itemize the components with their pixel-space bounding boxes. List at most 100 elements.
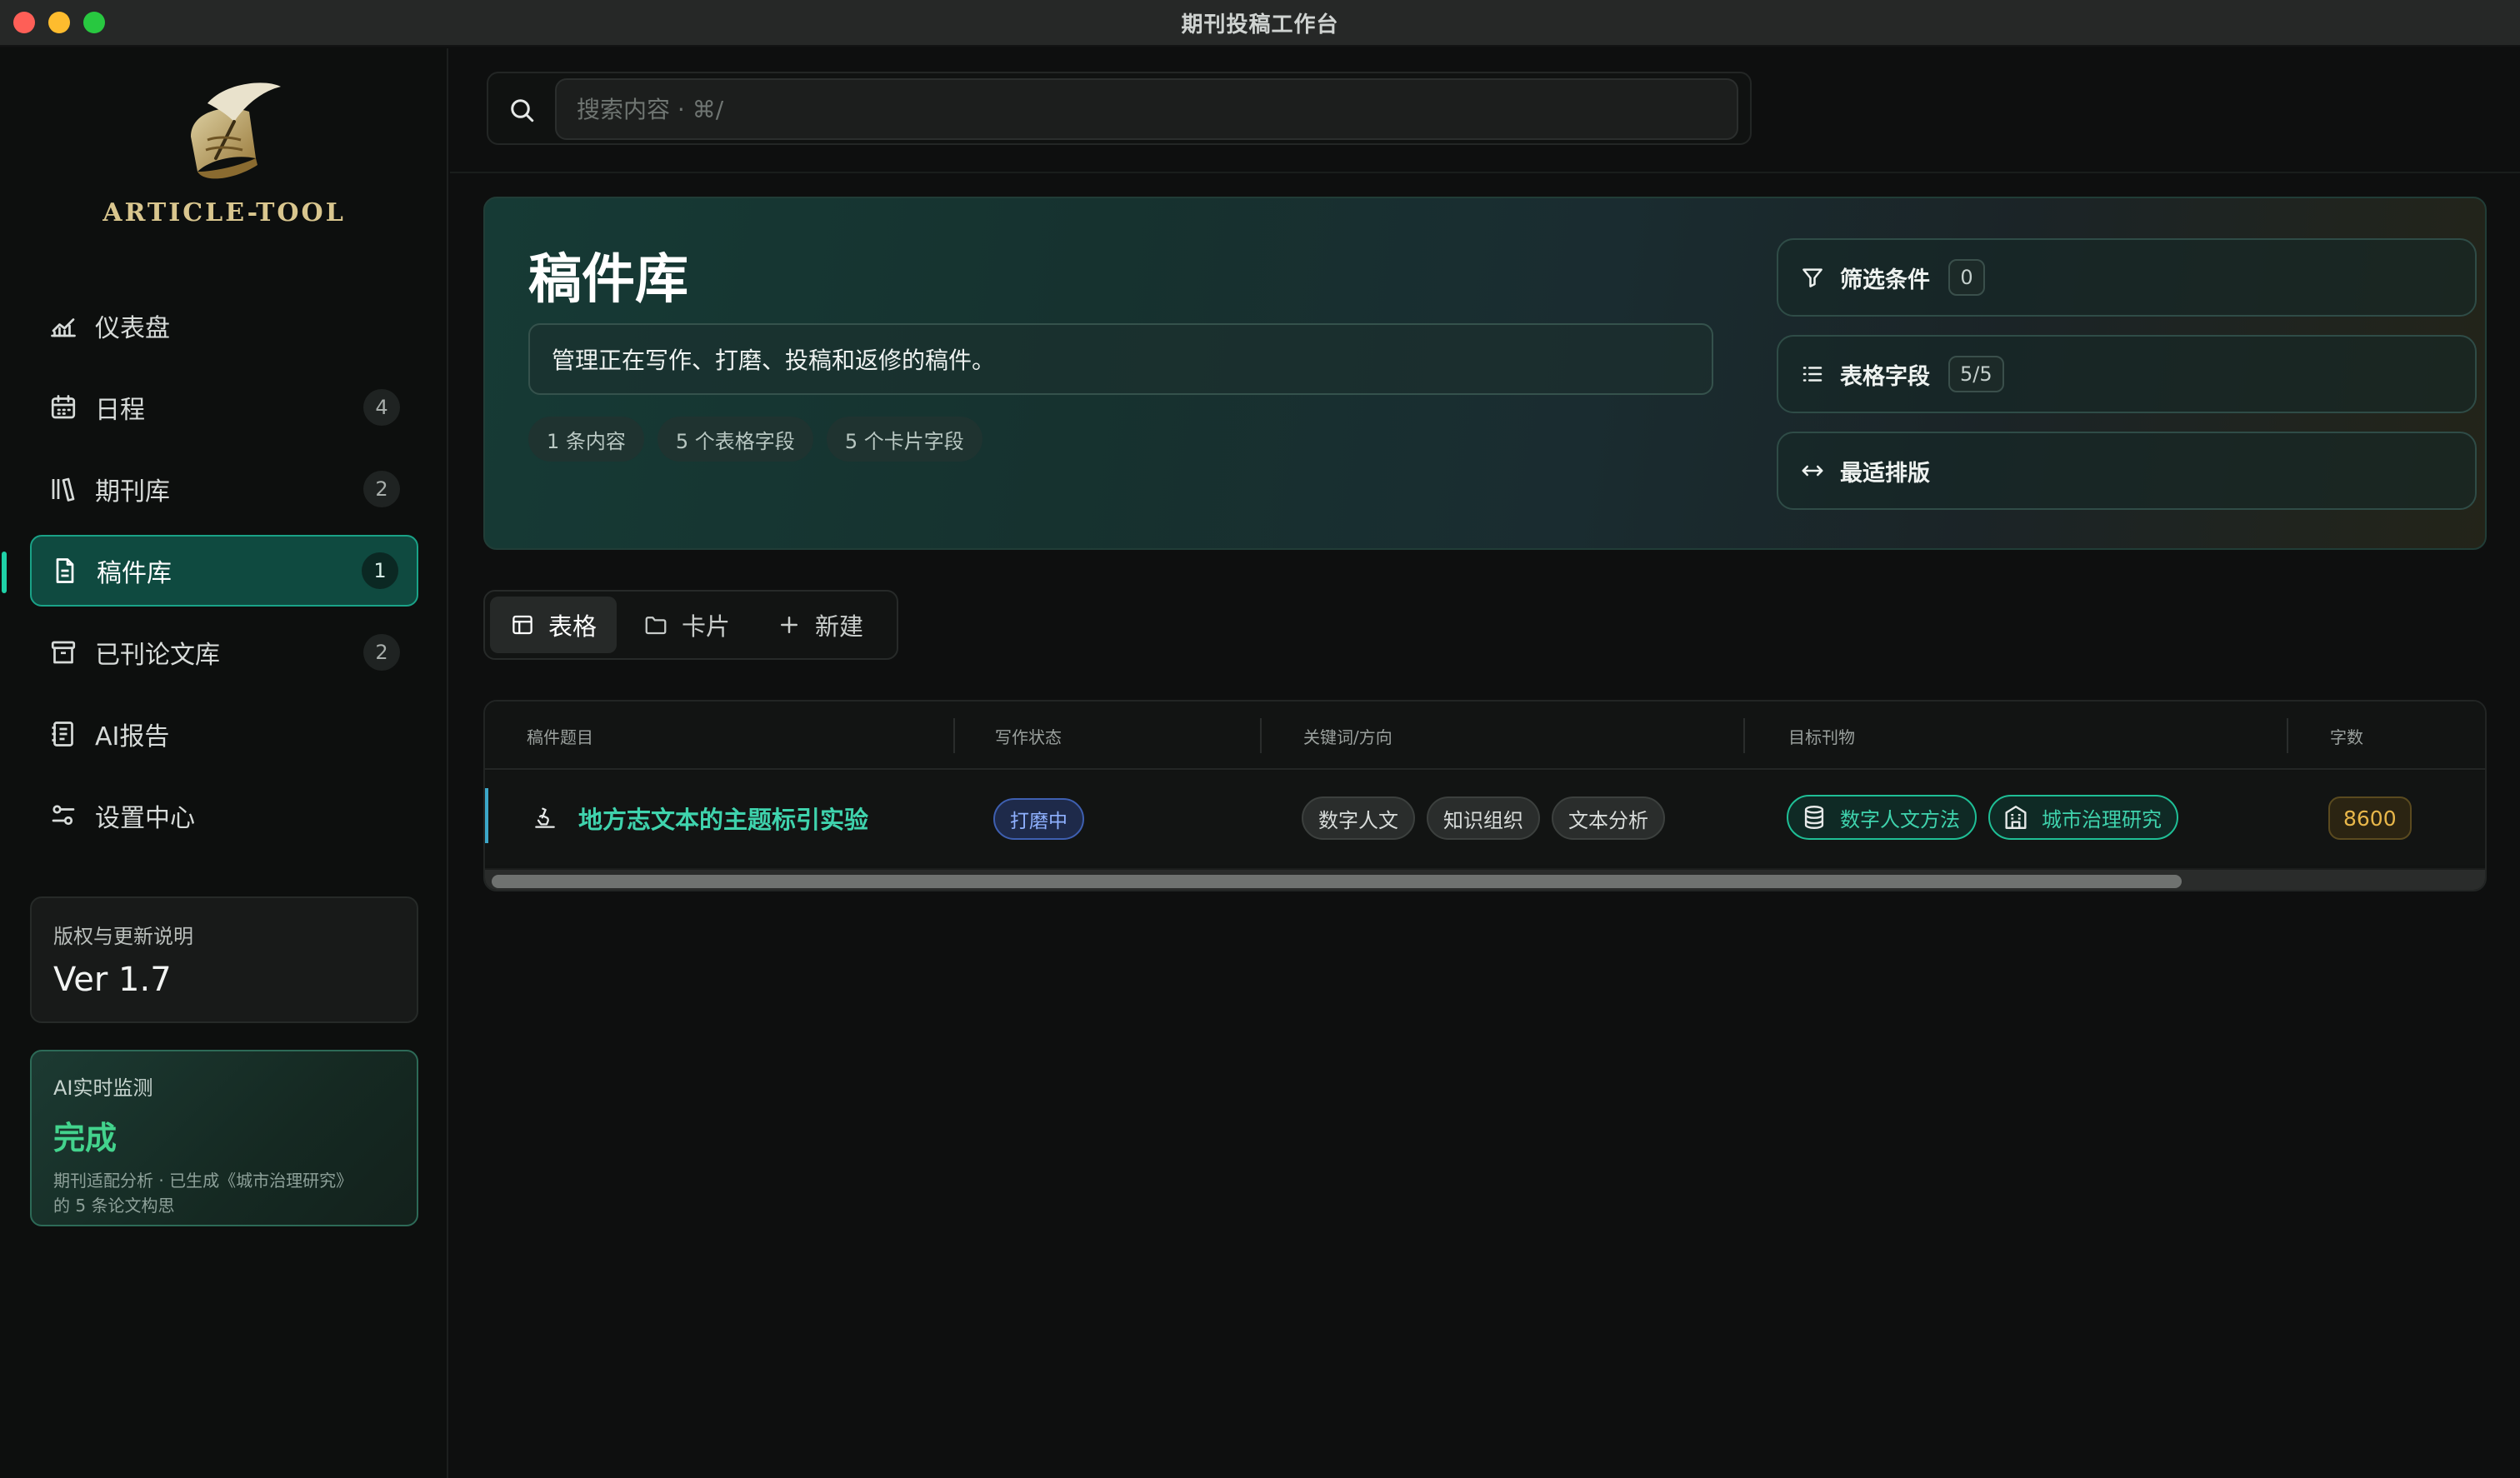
filter-button-label: 筛选条件 [1840, 267, 1930, 293]
horizontal-scrollbar-thumb[interactable] [492, 875, 2182, 888]
report-icon [52, 722, 73, 746]
column-resize-handle[interactable] [953, 718, 955, 753]
manuscript-title-cell[interactable]: 地方志文本的主题标引实验 [532, 771, 868, 865]
search-input[interactable] [555, 78, 1738, 140]
manuscripts-hero-panel: 稿件库 管理正在写作、打磨、投稿和返修的稿件。 1 条内容 5 个表格字段 5 … [483, 197, 2487, 550]
sidebar-item-label: AI报告 [95, 722, 170, 751]
target-journal-tag[interactable]: 城市治理研究 [1988, 795, 2178, 840]
ai-monitor-card[interactable]: AI实时监测 完成 期刊适配分析 · 已生成《城市治理研究》 的 5 条论文构思 [30, 1050, 418, 1226]
sidebar-item-label: 已刊论文库 [95, 641, 220, 670]
ai-monitor-detail-line: 的 5 条论文构思 [53, 1196, 175, 1216]
column-header-status[interactable]: 写作状态 [995, 702, 1062, 770]
minimize-window-button[interactable] [48, 12, 70, 33]
table-fields-button-label: 表格字段 [1840, 363, 1930, 390]
ai-monitor-status: 完成 [53, 1120, 118, 1156]
best-fit-layout-button[interactable]: 最适排版 [1777, 432, 2477, 510]
column-header-target-journal[interactable]: 目标刊物 [1788, 702, 1855, 770]
sidebar-item-label: 仪表盘 [95, 314, 170, 343]
ai-monitor-caption: AI实时监测 [53, 1076, 153, 1100]
table-header: 稿件题目 写作状态 关键词/方向 目标刊物 字数 [485, 702, 2485, 770]
sidebar-item-published-papers[interactable]: 已刊论文库 2 [30, 617, 418, 688]
sidebar-item-label: 设置中心 [95, 804, 195, 833]
keyword-tag[interactable]: 知识组织 [1427, 796, 1540, 840]
target-journal-tag[interactable]: 数字人文方法 [1787, 795, 1977, 840]
window-controls [13, 12, 105, 33]
target-journal-cell: 数字人文方法 城市治理研究 [1787, 795, 2178, 840]
main-content: 稿件库 管理正在写作、打磨、投稿和返修的稿件。 1 条内容 5 个表格字段 5 … [450, 48, 2520, 1478]
sidebar: ARTICLE-TOOL 仪表盘 日程 4 期刊库 2 稿件库 1 已刊论文库 … [0, 48, 448, 1478]
chart-line-icon [51, 318, 76, 337]
search-bar [487, 72, 1752, 145]
sidebar-nav: 仪表盘 日程 4 期刊库 2 稿件库 1 已刊论文库 2 AI报告 设置中心 [2, 290, 418, 861]
page-description: 管理正在写作、打磨、投稿和返修的稿件。 [528, 323, 1713, 395]
writing-hand-icon [535, 807, 555, 828]
column-resize-handle[interactable] [1260, 718, 1262, 753]
horizontal-scrollbar[interactable] [485, 868, 2485, 890]
new-manuscript-button[interactable]: 新建 [757, 597, 883, 653]
brand-name: ARTICLE-TOOL [102, 198, 346, 227]
search-icon [511, 99, 534, 122]
column-header-title[interactable]: 稿件题目 [527, 702, 593, 770]
count-badge: 2 [363, 634, 400, 671]
filter-icon [1802, 268, 1822, 287]
column-resize-handle[interactable] [1743, 718, 1745, 753]
card-field-count-chip: 5 个卡片字段 [826, 417, 982, 462]
manuscripts-table: 稿件题目 写作状态 关键词/方向 目标刊物 字数 地方志文本的主题标引实验 打磨… [483, 700, 2487, 891]
word-count-badge: 8600 [2328, 796, 2412, 840]
keyword-tag[interactable]: 数字人文 [1302, 796, 1415, 840]
window-title: 期刊投稿工作台 [1181, 12, 1339, 37]
close-window-button[interactable] [13, 12, 35, 33]
title-bar: 期刊投稿工作台 [0, 0, 2520, 47]
tab-table-view[interactable]: 表格 [490, 597, 618, 653]
tab-label: 新建 [815, 612, 864, 641]
sidebar-item-manuscripts[interactable]: 稿件库 1 [2, 535, 418, 607]
sidebar-item-ai-report[interactable]: AI报告 [30, 698, 418, 770]
tab-label: 卡片 [682, 612, 731, 641]
view-switcher: 表格 卡片 新建 [483, 590, 898, 660]
filter-button[interactable]: 筛选条件 0 [1777, 238, 2477, 317]
arrows-horizontal-icon [1802, 465, 1823, 477]
count-badge: 1 [362, 552, 398, 589]
database-icon [1804, 806, 1824, 829]
sidebar-item-dashboard[interactable]: 仪表盘 [30, 290, 418, 362]
sidebar-item-journals[interactable]: 期刊库 2 [30, 453, 418, 525]
building-icon [2005, 806, 2027, 829]
folder-icon [645, 617, 667, 635]
sidebar-item-settings[interactable]: 设置中心 [30, 780, 418, 851]
tab-card-view[interactable]: 卡片 [623, 597, 750, 653]
target-journal-name: 数字人文方法 [1840, 807, 1960, 831]
keywords-cell: 数字人文 知识组织 文本分析 [1302, 796, 1665, 840]
filter-count-badge: 0 [1948, 259, 1985, 296]
document-icon [56, 558, 74, 583]
column-resize-handle[interactable] [2287, 718, 2288, 753]
version-card[interactable]: 版权与更新说明 Ver 1.7 [30, 896, 418, 1023]
column-header-word-count[interactable]: 字数 [2330, 702, 2363, 770]
table-fields-button[interactable]: 表格字段 5/5 [1777, 335, 2477, 413]
brand-logo: ARTICLE-TOOL [0, 78, 448, 227]
table-row[interactable]: 地方志文本的主题标引实验 打磨中 数字人文 知识组织 文本分析 数字人文方法 城… [485, 771, 2485, 865]
sidebar-item-label: 日程 [95, 396, 145, 425]
zoom-window-button[interactable] [83, 12, 105, 33]
manuscript-title[interactable]: 地方志文本的主题标引实验 [578, 801, 868, 836]
ai-monitor-detail-line: 期刊适配分析 · 已生成《城市治理研究》 [53, 1171, 353, 1191]
column-header-keywords[interactable]: 关键词/方向 [1303, 702, 1392, 770]
count-badge: 2 [363, 471, 400, 507]
best-fit-layout-label: 最适排版 [1840, 460, 1930, 487]
version-number: Ver 1.7 [53, 961, 172, 999]
sliders-icon [52, 805, 75, 826]
quill-scroll-icon [191, 82, 281, 179]
page-title: 稿件库 [528, 249, 688, 311]
count-badge: 4 [363, 389, 400, 426]
version-caption: 版权与更新说明 [53, 925, 193, 948]
target-journal-name: 城市治理研究 [2042, 807, 2162, 831]
hero-actions: 筛选条件 0 表格字段 5/5 最适排版 [1777, 238, 2477, 528]
archive-icon [51, 641, 76, 664]
sidebar-item-schedule[interactable]: 日程 4 [30, 372, 418, 443]
row-accent-bar [485, 788, 488, 843]
writing-status-badge: 打磨中 [993, 798, 1084, 840]
table-fields-count-badge: 5/5 [1948, 356, 2004, 392]
keyword-tag[interactable]: 文本分析 [1552, 796, 1665, 840]
sidebar-item-label: 稿件库 [97, 559, 172, 588]
plus-icon [781, 617, 798, 633]
list-icon [1802, 367, 1822, 382]
